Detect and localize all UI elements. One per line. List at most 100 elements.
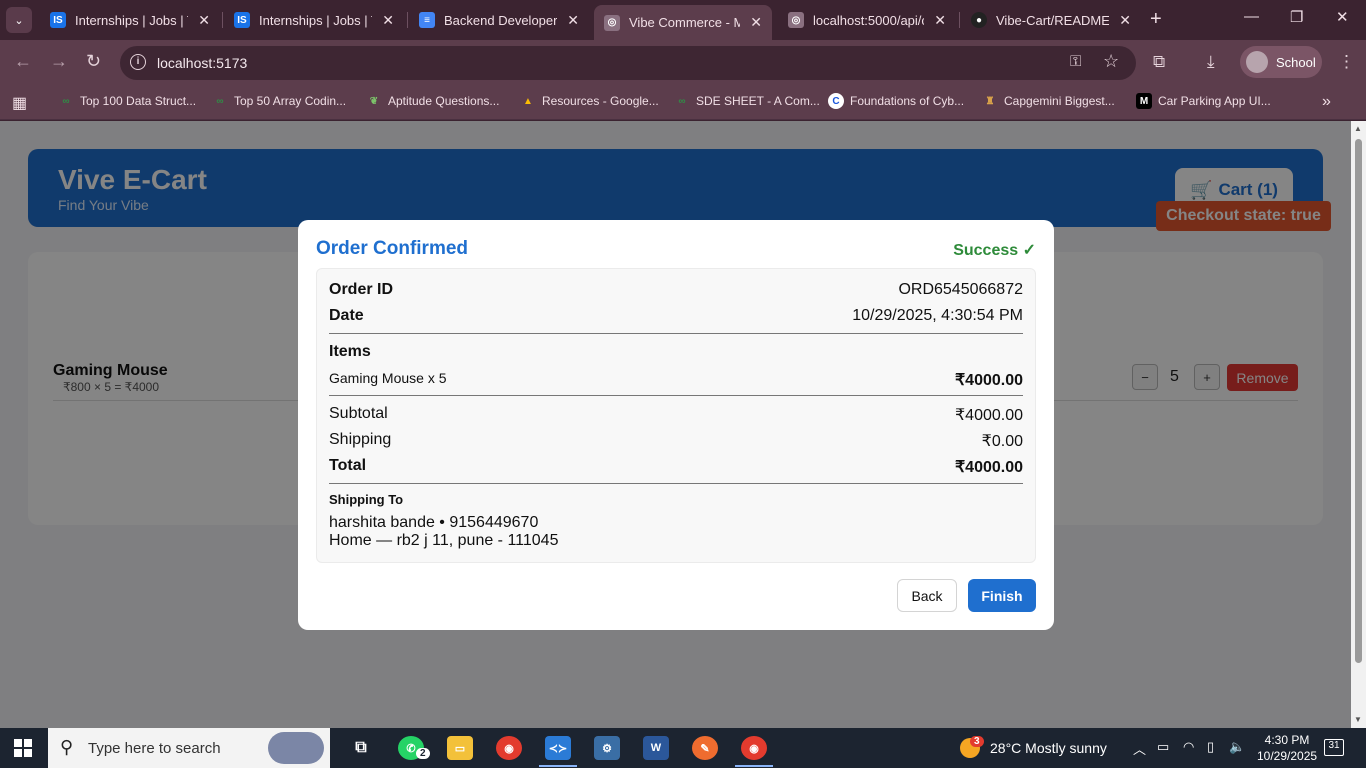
postman-icon[interactable]: ✎ xyxy=(692,736,718,760)
bookmark-item[interactable]: ♜ Capgemini Biggest... xyxy=(982,93,1115,109)
order-confirmation-modal: Order Confirmed Success ✓ Order ID ORD65… xyxy=(298,220,1054,630)
volume-icon[interactable]: 🔈 xyxy=(1229,739,1245,755)
bookmark-item[interactable]: M Car Parking App UI... xyxy=(1136,93,1271,109)
back-button[interactable]: Back xyxy=(897,579,957,612)
tab-divider xyxy=(222,12,223,28)
phone-link-icon[interactable]: ▯ xyxy=(1207,739,1214,755)
total-row: Total ₹4000.00 xyxy=(329,457,1023,477)
windows-start-icon[interactable] xyxy=(14,739,32,757)
items-heading: Items xyxy=(329,343,371,360)
download-icon[interactable]: ⤓ xyxy=(1207,52,1215,72)
task-view-icon[interactable]: ⧉ xyxy=(348,736,374,760)
bookmark-item[interactable]: ∞ Top 50 Array Codin... xyxy=(212,93,346,109)
tab-internships-1[interactable]: IS Internships | Jobs | Tra ✕ xyxy=(40,4,220,36)
close-icon[interactable]: ✕ xyxy=(198,12,210,29)
word-icon[interactable]: W xyxy=(643,736,669,760)
tab-title: Backend Developer (I xyxy=(444,12,558,28)
order-summary: Order ID ORD6545066872 Date 10/29/2025, … xyxy=(316,268,1036,563)
forward-arrow-icon[interactable]: → xyxy=(50,51,68,72)
bookmark-label: Top 50 Array Codin... xyxy=(234,94,347,108)
bookmark-star-icon[interactable]: ☆ xyxy=(1103,51,1119,72)
battery-icon[interactable]: ▭ xyxy=(1157,739,1169,755)
scroll-down-icon[interactable]: ▼ xyxy=(1354,715,1362,724)
tab-vibe-commerce[interactable]: ◎ Vibe Commerce - Mo ✕ xyxy=(594,5,772,40)
tab-localhost-api[interactable]: ◎ localhost:5000/api/ca ✕ xyxy=(778,4,956,36)
vscode-icon[interactable]: ≺≻ xyxy=(545,736,571,760)
reload-icon[interactable]: ↻ xyxy=(86,51,101,72)
items-heading-row: Items xyxy=(329,343,1023,361)
clock-time: 4:30 PM xyxy=(1264,733,1310,747)
shipping-contact: harshita bande • 9156449670 xyxy=(329,514,539,531)
modal-title: Order Confirmed xyxy=(316,238,469,259)
chrome-profile-icon[interactable]: ◉ xyxy=(741,736,767,760)
back-arrow-icon[interactable]: ← xyxy=(14,51,32,72)
tab-divider xyxy=(407,12,408,28)
internshala-icon: IS xyxy=(50,12,66,28)
divider xyxy=(329,483,1023,484)
bookmark-item[interactable]: ❦ Aptitude Questions... xyxy=(366,93,500,109)
address-bar[interactable]: i localhost:5173 ⚿ ☆ xyxy=(120,46,1136,80)
bookmarks-overflow-icon[interactable]: » xyxy=(1322,93,1331,111)
file-explorer-icon[interactable]: ▭ xyxy=(447,736,473,760)
wifi-icon[interactable]: ◠ xyxy=(1183,739,1194,755)
taskbar-search[interactable]: ⚲ Type here to search xyxy=(48,728,330,768)
new-tab-icon[interactable]: + xyxy=(1150,8,1162,31)
restore-icon[interactable]: ❐ xyxy=(1290,8,1303,26)
subtotal-label: Subtotal xyxy=(329,405,388,422)
globe-icon: ◎ xyxy=(788,12,804,28)
menu-kebab-icon[interactable]: ⋮ xyxy=(1338,52,1355,72)
mysql-workbench-icon[interactable]: ⚙ xyxy=(594,736,620,760)
notification-center-icon[interactable]: 31 xyxy=(1324,739,1344,756)
close-icon[interactable]: ✕ xyxy=(750,14,762,31)
shipping-value: ₹0.00 xyxy=(981,433,1023,450)
system-clock[interactable]: 4:30 PM 10/29/2025 xyxy=(1257,732,1317,764)
order-id-value: ORD6545066872 xyxy=(898,281,1023,298)
password-key-icon[interactable]: ⚿ xyxy=(1070,53,1081,70)
bookmark-item[interactable]: ∞ Top 100 Data Struct... xyxy=(58,93,196,109)
document-icon: ≡ xyxy=(419,12,435,28)
finish-button[interactable]: Finish xyxy=(968,579,1036,612)
weather-text: 28°C Mostly sunny xyxy=(990,740,1107,756)
tab-title: Vibe Commerce - Mo xyxy=(629,15,741,30)
divider xyxy=(329,395,1023,396)
close-window-icon[interactable]: ✕ xyxy=(1336,8,1349,26)
scroll-up-icon[interactable]: ▲ xyxy=(1354,124,1362,133)
active-app-indicator xyxy=(539,765,577,767)
taskbar: ⚲ Type here to search ⧉ ✆ 2 ▭ ◉ ≺≻ ⚙ W ✎… xyxy=(0,728,1366,768)
close-icon[interactable]: ✕ xyxy=(382,12,394,29)
tab-backend-developer[interactable]: ≡ Backend Developer (I ✕ xyxy=(409,4,589,36)
bookmark-item[interactable]: ∞ SDE SHEET - A Com... xyxy=(674,93,819,109)
github-icon: ● xyxy=(971,12,987,28)
close-icon[interactable]: ✕ xyxy=(567,12,579,29)
tab-internships-2[interactable]: IS Internships | Jobs | Tra ✕ xyxy=(224,4,404,36)
page-scrollbar[interactable]: ▲ ▼ xyxy=(1351,121,1366,728)
tray-chevron-icon[interactable]: ︿ xyxy=(1133,739,1146,758)
tab-title: Vibe-Cart/README.m xyxy=(996,12,1110,28)
coursera-icon: C xyxy=(828,93,844,109)
bookmark-item[interactable]: ▲ Resources - Google... xyxy=(520,93,659,109)
bookmark-item[interactable]: C Foundations of Cyb... xyxy=(828,93,964,109)
close-icon[interactable]: ✕ xyxy=(1119,12,1131,29)
tab-vibe-cart-readme[interactable]: ● Vibe-Cart/README.m ✕ xyxy=(961,4,1141,36)
gfg-icon: ∞ xyxy=(216,95,224,107)
close-icon[interactable]: ✕ xyxy=(934,12,946,29)
chrome-icon[interactable]: ◉ xyxy=(496,736,522,760)
divider xyxy=(329,333,1023,334)
scrollbar-thumb[interactable] xyxy=(1355,139,1362,663)
success-status: Success ✓ xyxy=(953,242,1036,259)
profile-label: School xyxy=(1276,54,1316,70)
profile-button[interactable]: School xyxy=(1240,46,1322,78)
order-item-name: Gaming Mouse x 5 xyxy=(329,370,447,386)
bookmark-label: Car Parking App UI... xyxy=(1158,94,1271,108)
tab-search-icon[interactable]: ⌄ xyxy=(6,7,32,33)
site-info-icon[interactable]: i xyxy=(130,54,146,70)
page-viewport: Vive E-Cart Find Your Vibe 🛒 Cart (1) Ch… xyxy=(0,121,1351,728)
total-value: ₹4000.00 xyxy=(954,459,1023,476)
extensions-icon[interactable]: ⧉ xyxy=(1153,52,1165,72)
shipping-to-heading: Shipping To xyxy=(329,492,404,507)
url-text[interactable]: localhost:5173 xyxy=(157,55,247,71)
whatsapp-badge: 2 xyxy=(416,748,430,759)
shipping-label: Shipping xyxy=(329,431,392,448)
apps-grid-icon[interactable]: ▦ xyxy=(12,93,27,113)
minimize-icon[interactable]: — xyxy=(1244,8,1259,25)
